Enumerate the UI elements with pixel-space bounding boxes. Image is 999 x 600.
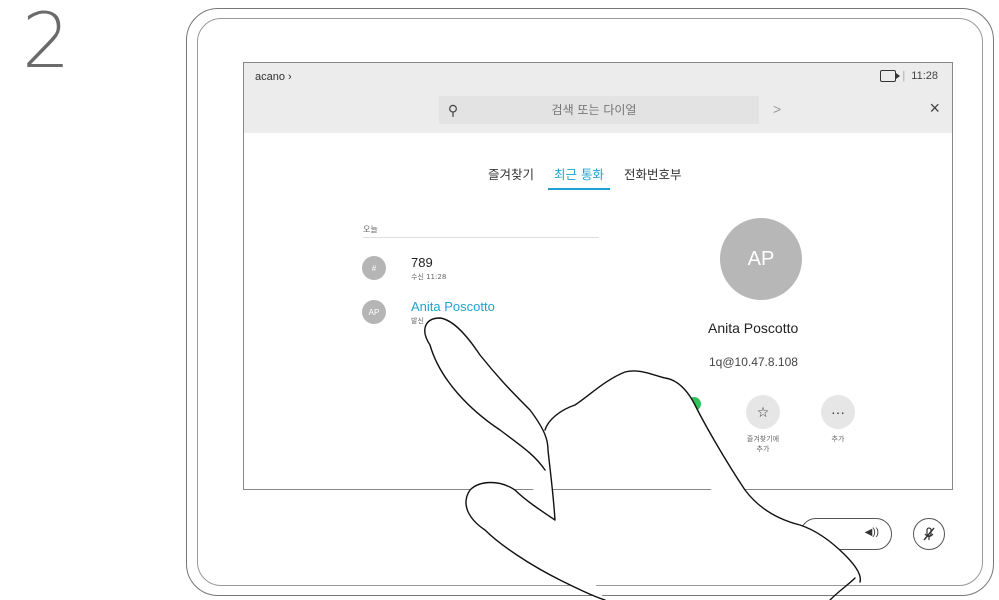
detail-avatar: AP [720, 218, 802, 300]
brand-label[interactable]: acano › [255, 71, 292, 83]
action-label-line: 즐겨찾기에 [746, 435, 780, 443]
action-label-line: 추가 [756, 445, 770, 453]
close-button[interactable]: × [929, 99, 940, 117]
avatar: AP [362, 300, 386, 324]
search-icon: ⚲ [447, 101, 459, 118]
clock: 11:28 [911, 70, 938, 82]
list-item-subtitle: 수신 11:28 [411, 273, 447, 281]
star-icon[interactable]: ☆ [746, 395, 780, 429]
tab-directory[interactable]: 전화번호부 [624, 164, 682, 190]
list-item-subtitle: 발신 [411, 317, 424, 325]
touch-screen: acano › | 11:28 ⚲ > × 즐겨찾기 최근 통화 전화번호부 오… [243, 62, 953, 490]
list-item-text: 789 수신 11:28 [411, 256, 446, 282]
list-item-789[interactable]: # 789 수신 11:28 [362, 256, 446, 282]
section-divider [363, 237, 599, 238]
list-item-title: Anita Poscotto [411, 299, 495, 314]
speaker-icon: ◀)) [864, 527, 879, 538]
list-item-anita[interactable]: AP Anita Poscotto 발신 [362, 300, 495, 326]
brand-chevron-icon: › [288, 71, 292, 83]
step-number: 2 [22, 0, 71, 85]
status-separator: | [902, 70, 906, 82]
search-go-icon[interactable]: > [773, 101, 781, 117]
brand-text: acano [255, 71, 285, 83]
more-icon[interactable]: ··· [821, 395, 855, 429]
list-item-text: Anita Poscotto 발신 [411, 300, 495, 326]
volume-control[interactable]: ◀)) [800, 518, 892, 550]
avatar: # [362, 256, 386, 280]
action-label-line: 추가 [831, 435, 845, 443]
screen-share-icon[interactable] [880, 70, 901, 82]
detail-address: 1q@10.47.8.108 [709, 355, 798, 369]
tab-favorites[interactable]: 즐겨찾기 [488, 164, 534, 190]
action-label: 추가 [818, 434, 858, 444]
mute-microphone-button[interactable] [913, 518, 945, 550]
action-label: 즐겨찾기에 추가 [743, 434, 783, 454]
section-label-today: 오늘 [363, 225, 378, 234]
call-button[interactable] [687, 397, 701, 411]
search-bar[interactable]: ⚲ [439, 96, 759, 124]
search-input[interactable] [467, 102, 759, 118]
add-favorite-action[interactable]: ☆ 즐겨찾기에 추가 [743, 395, 783, 454]
detail-name: Anita Poscotto [708, 320, 799, 336]
tab-bar: 즐겨찾기 최근 통화 전화번호부 [488, 164, 682, 190]
tab-recent-calls[interactable]: 최근 통화 [548, 164, 610, 190]
microphone-muted-icon [923, 527, 935, 541]
list-item-title: 789 [411, 255, 433, 270]
more-action[interactable]: ··· 추가 [818, 395, 858, 444]
top-bar: acano › | 11:28 ⚲ > × [244, 63, 952, 133]
status-area: | 11:28 [880, 70, 938, 82]
